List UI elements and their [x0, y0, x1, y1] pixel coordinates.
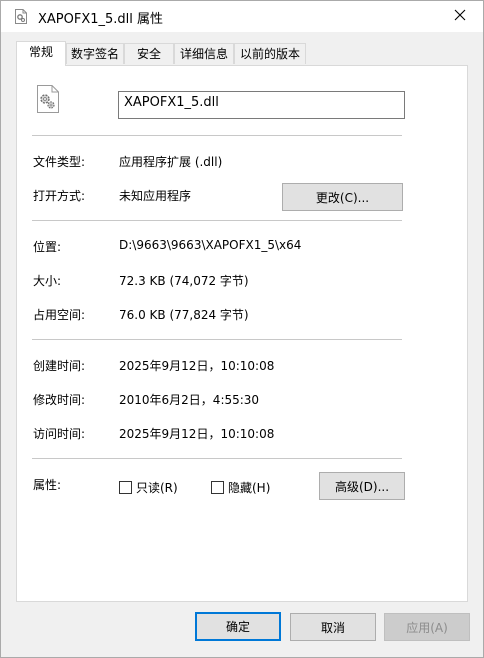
- hidden-checkbox[interactable]: 隐藏(H): [211, 479, 270, 496]
- accessed-label: 访问时间:: [33, 427, 86, 441]
- size-value: 72.3 KB (74,072 字节): [119, 274, 249, 288]
- size-label: 大小:: [33, 274, 62, 288]
- readonly-checkbox[interactable]: 只读(R): [119, 479, 178, 496]
- size-on-disk-value: 76.0 KB (77,824 字节): [119, 308, 249, 322]
- window-title: XAPOFX1_5.dll 属性: [38, 12, 164, 27]
- created-value: 2025年9月12日，10:10:08: [119, 359, 275, 373]
- attributes-label: 属性:: [33, 478, 62, 492]
- hidden-checkbox-box[interactable]: [211, 481, 224, 494]
- change-button[interactable]: 更改(C)...: [282, 183, 403, 211]
- file-type-value: 应用程序扩展 (.dll): [119, 155, 223, 169]
- readonly-checkbox-label: 只读(R): [136, 481, 178, 495]
- tab-details[interactable]: 详细信息: [174, 43, 234, 64]
- modified-value: 2010年6月2日，4:55:30: [119, 393, 260, 407]
- size-on-disk-label: 占用空间:: [33, 308, 86, 322]
- separator: [32, 339, 402, 340]
- open-with-value: 未知应用程序: [119, 189, 192, 203]
- location-label: 位置:: [33, 240, 62, 254]
- separator: [32, 135, 402, 136]
- file-type-label: 文件类型:: [33, 155, 86, 169]
- accessed-value: 2025年9月12日，10:10:08: [119, 427, 275, 441]
- hidden-checkbox-label: 隐藏(H): [228, 481, 271, 495]
- advanced-button[interactable]: 高级(D)...: [319, 472, 405, 500]
- location-value: D:\9663\9663\XAPOFX1_5\x64: [119, 238, 302, 252]
- file-gear-icon: [15, 9, 27, 24]
- apply-button[interactable]: 应用(A): [384, 613, 470, 641]
- properties-dialog: XAPOFX1_5.dll 属性 常规 数字签名 安全 详细信息 以前的版本 X…: [0, 0, 484, 658]
- separator: [32, 220, 402, 221]
- modified-label: 修改时间:: [33, 393, 86, 407]
- ok-button[interactable]: 确定: [195, 612, 281, 641]
- general-panel: XAPOFX1_5.dll 文件类型: 应用程序扩展 (.dll) 打开方式: …: [16, 65, 468, 602]
- tab-previous-versions[interactable]: 以前的版本: [234, 43, 306, 64]
- readonly-checkbox-box[interactable]: [119, 481, 132, 494]
- dll-gear-icon: [37, 85, 59, 113]
- close-button[interactable]: [437, 1, 483, 32]
- created-label: 创建时间:: [33, 359, 86, 373]
- tab-general[interactable]: 常规: [16, 41, 66, 66]
- separator: [32, 458, 402, 459]
- tab-digital-signatures[interactable]: 数字签名: [66, 43, 124, 64]
- title-bar: XAPOFX1_5.dll 属性: [1, 1, 483, 32]
- open-with-label: 打开方式:: [33, 189, 86, 203]
- file-name-input[interactable]: XAPOFX1_5.dll: [118, 91, 405, 119]
- close-icon: [454, 9, 466, 24]
- cancel-button[interactable]: 取消: [290, 613, 376, 641]
- tab-security[interactable]: 安全: [124, 43, 174, 64]
